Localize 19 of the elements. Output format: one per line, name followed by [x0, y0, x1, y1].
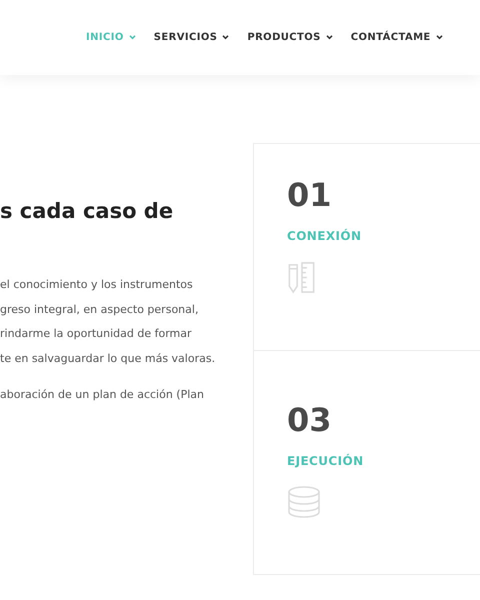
- paragraph-line: rindarme la oportunidad de formar: [0, 326, 193, 342]
- paragraph-line: greso integral, en aspecto personal,: [0, 302, 200, 318]
- paragraph-line: el conocimiento y los instrumentos: [0, 277, 194, 293]
- nav-link[interactable]: PRODUCTOS: [247, 32, 333, 43]
- step-title: CONEXIÓN: [287, 229, 362, 243]
- nav-link[interactable]: CONTÁCTAME: [350, 32, 443, 43]
- caret-icon: [326, 35, 333, 40]
- caret-icon: [128, 35, 136, 40]
- step-number: 01: [287, 179, 332, 211]
- pencil-ruler-icon: [287, 261, 317, 294]
- paragraph-line: aboración de un plan de acción (Plan: [0, 387, 205, 403]
- step-number: 03: [287, 404, 332, 436]
- step-title: EJECUCIÓN: [287, 454, 364, 468]
- paragraph-line: te en salvaguardar lo que más valoras.: [0, 350, 216, 366]
- nav-link[interactable]: SERVICIOS: [154, 32, 230, 43]
- caret-icon: [222, 35, 230, 40]
- section-title: s cada caso de: [0, 199, 174, 223]
- database-icon: [287, 486, 321, 518]
- caret-icon: [436, 35, 443, 40]
